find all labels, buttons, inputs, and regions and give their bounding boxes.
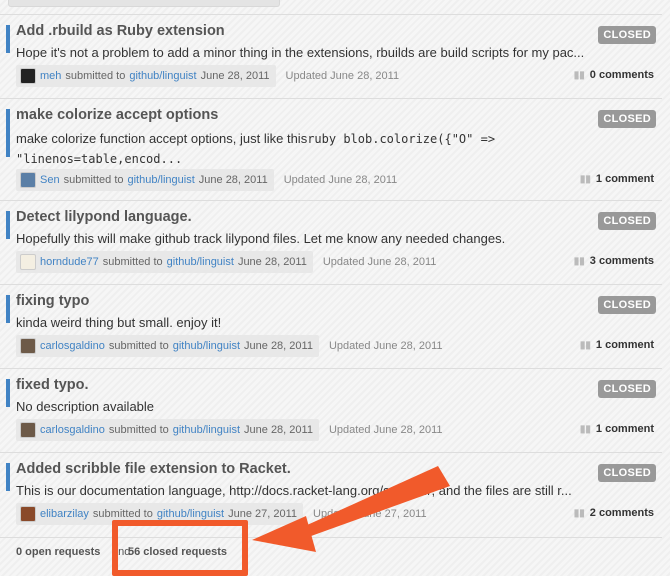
comments-count: 3 comments <box>589 255 654 267</box>
repo-link[interactable]: github/linguist <box>128 174 195 186</box>
pull-request-list: Add .rbuild as Ruby extension Hope it's … <box>0 14 662 538</box>
submitted-date: June 28, 2011 <box>237 256 307 268</box>
pull-request-title[interactable]: Added scribble file extension to Racket. <box>16 461 291 477</box>
user-link[interactable]: meh <box>40 70 61 82</box>
avatar[interactable] <box>20 506 36 522</box>
comment-icon: ▮▮ <box>579 423 591 435</box>
item-accent-bar <box>6 25 10 53</box>
comments-count: 1 comment <box>595 423 654 435</box>
pull-request-description: Hopefully this will make github track li… <box>16 231 506 246</box>
submitted-date: June 28, 2011 <box>244 340 313 352</box>
comment-icon: ▮▮ <box>573 69 585 81</box>
list-footer: 0 open requests and 56 closed requests <box>0 532 662 572</box>
submitted-text: submitted to <box>108 424 169 436</box>
user-link[interactable]: carlosgaldino <box>40 340 105 352</box>
submitted-text: submitted to <box>63 174 124 186</box>
comments-link[interactable]: ▮▮ 1 comment <box>580 339 654 351</box>
pull-request-description: kinda weird thing but small. enjoy it! <box>16 315 222 330</box>
avatar[interactable] <box>20 338 36 354</box>
item-accent-bar <box>6 295 10 323</box>
repo-link[interactable]: github/linguist <box>173 340 240 352</box>
comments-link[interactable]: ▮▮ 1 comment <box>580 173 654 185</box>
comments-link[interactable]: ▮▮ 1 comment <box>580 423 654 435</box>
comments-link[interactable]: ▮▮ 2 comments <box>574 507 654 519</box>
submitted-text: submitted to <box>65 70 126 82</box>
submitted-date: June 28, 2011 <box>244 424 313 436</box>
list-item: Added scribble file extension to Racket.… <box>0 453 662 538</box>
list-item: fixed typo. No description available CLO… <box>0 369 662 453</box>
status-badge: CLOSED <box>598 464 656 482</box>
submission-meta: carlosgaldino submitted to github/lingui… <box>16 419 443 441</box>
comment-icon: ▮▮ <box>573 255 585 267</box>
pull-request-title[interactable]: fixing typo <box>16 293 89 309</box>
list-item: make colorize accept options make colori… <box>0 99 662 201</box>
list-item: Add .rbuild as Ruby extension Hope it's … <box>0 15 662 99</box>
updated-text: Updated June 28, 2011 <box>285 70 400 82</box>
updated-text: Updated June 28, 2011 <box>328 340 443 352</box>
pull-request-title[interactable]: make colorize accept options <box>16 107 218 123</box>
item-accent-bar <box>6 109 10 157</box>
comment-icon: ▮▮ <box>579 173 591 185</box>
user-link[interactable]: elibarzilay <box>40 508 89 520</box>
avatar[interactable] <box>20 68 36 84</box>
status-badge: CLOSED <box>598 380 656 398</box>
submitted-date: June 28, 2011 <box>200 70 270 82</box>
open-requests-count[interactable]: 0 open requests <box>16 546 100 558</box>
comment-icon: ▮▮ <box>579 339 591 351</box>
avatar[interactable] <box>20 422 36 438</box>
pull-request-description: make colorize function accept options, j… <box>16 129 576 169</box>
comment-icon: ▮▮ <box>573 507 585 519</box>
previous-item-edge <box>8 0 280 7</box>
submitted-text: submitted to <box>102 256 163 268</box>
avatar[interactable] <box>20 254 36 270</box>
submission-meta: carlosgaldino submitted to github/lingui… <box>16 335 443 357</box>
list-item: Detect lilypond language. Hopefully this… <box>0 201 662 285</box>
item-accent-bar <box>6 463 10 491</box>
repo-link[interactable]: github/linguist <box>157 508 224 520</box>
repo-link[interactable]: github/linguist <box>173 424 240 436</box>
updated-text: Updated June 28, 2011 <box>328 424 443 436</box>
user-link[interactable]: carlosgaldino <box>40 424 105 436</box>
updated-text: Updated June 28, 2011 <box>283 174 398 186</box>
description-text: make colorize function accept options, j… <box>16 131 308 146</box>
comments-count: 0 comments <box>589 69 654 81</box>
pull-request-title[interactable]: Add .rbuild as Ruby extension <box>16 23 225 39</box>
comments-count: 1 comment <box>595 173 654 185</box>
status-badge: CLOSED <box>598 296 656 314</box>
pull-request-description: Hope it's not a problem to add a minor t… <box>16 45 585 60</box>
pull-request-description: This is our documentation language, http… <box>16 483 572 498</box>
submission-meta: meh submitted to github/linguist June 28… <box>16 65 399 87</box>
repo-link[interactable]: github/linguist <box>129 70 196 82</box>
submitted-text: submitted to <box>108 340 169 352</box>
pull-request-description: No description available <box>16 399 155 414</box>
item-accent-bar <box>6 379 10 407</box>
user-link[interactable]: horndude77 <box>40 256 99 268</box>
annotation-highlight-box <box>112 520 248 576</box>
comments-count: 1 comment <box>595 339 654 351</box>
repo-link[interactable]: github/linguist <box>167 256 234 268</box>
comments-count: 2 comments <box>589 507 654 519</box>
comments-link[interactable]: ▮▮ 3 comments <box>574 255 654 267</box>
status-badge: CLOSED <box>598 26 656 44</box>
comments-link[interactable]: ▮▮ 0 comments <box>574 69 654 81</box>
submitted-date: June 28, 2011 <box>198 174 268 186</box>
status-badge: CLOSED <box>598 110 656 128</box>
item-accent-bar <box>6 211 10 239</box>
avatar[interactable] <box>20 172 36 188</box>
updated-text: Updated June 28, 2011 <box>322 256 437 268</box>
submission-meta: Sen submitted to github/linguist June 28… <box>16 169 397 191</box>
pull-request-title[interactable]: fixed typo. <box>16 377 89 393</box>
submission-meta: horndude77 submitted to github/linguist … <box>16 251 436 273</box>
submitted-date: June 27, 2011 <box>228 508 298 520</box>
status-badge: CLOSED <box>598 212 656 230</box>
pull-request-title[interactable]: Detect lilypond language. <box>16 209 192 225</box>
submitted-text: submitted to <box>92 508 153 520</box>
list-item: fixing typo kinda weird thing but small.… <box>0 285 662 369</box>
user-link[interactable]: Sen <box>40 174 60 186</box>
updated-text: Updated June 27, 2011 <box>313 508 427 520</box>
